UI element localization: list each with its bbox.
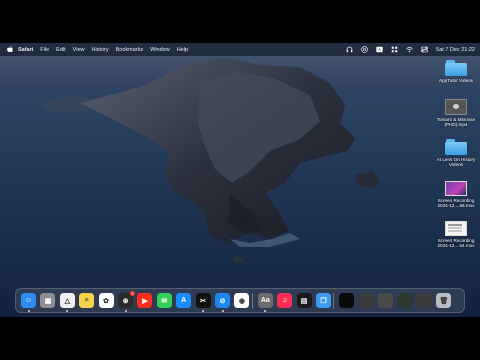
active-app-name[interactable]: Safari (18, 47, 33, 53)
video-file-icon (445, 99, 467, 115)
menu-edit[interactable]: Edit (56, 47, 65, 53)
dock-app-glyph (359, 293, 374, 308)
dock-app-glyph: ◉ (238, 297, 245, 305)
menu-bookmarks[interactable]: Bookmarks (116, 47, 144, 53)
running-indicator (27, 310, 30, 312)
finder-icon[interactable]: ☺ (21, 293, 36, 308)
minimized-window-icon[interactable] (397, 293, 413, 308)
dock-app-glyph: ≡ (84, 297, 89, 304)
dock-app-glyph: 🗑 (439, 297, 449, 305)
minimized-window-icon[interactable] (378, 293, 394, 308)
running-indicator (264, 310, 267, 312)
screen-recording-thumbnail (445, 221, 467, 236)
safari-icon[interactable]: ⊘ (215, 293, 230, 308)
dock-app-glyph (378, 293, 393, 308)
launchpad-icon[interactable]: ▦ (40, 293, 56, 308)
dock-app-glyph: △ (64, 297, 70, 305)
desktop-item-label: Screen Recording 2024-12....58.mov (437, 198, 475, 209)
font-book-icon[interactable]: Aa (257, 293, 273, 308)
grid-icon[interactable] (391, 46, 398, 53)
photos-icon[interactable]: ✿ (98, 293, 114, 308)
dock-app-glyph: ✿ (103, 297, 110, 305)
capcut-icon[interactable]: ✂ (195, 293, 211, 308)
desktop-item-label: Tomaro & Mitrovan (PHD).mp4 (436, 117, 476, 128)
chatgpt-icon[interactable]: ⊛ 1 (118, 291, 135, 308)
desktop-item-label: At Lens On History Videos (436, 157, 476, 168)
youtube-icon[interactable]: ▶ (137, 293, 153, 308)
dock-app-glyph: ❐ (320, 297, 327, 305)
dock: ☺ ▦ △ ≡ ✿ ⊛ 1 ▶ ✉ A ✂ ⊘ ◉ Aa ♫ ▤ ❐ 🗑 (15, 288, 465, 313)
running-indicator (221, 310, 224, 312)
running-indicator (66, 310, 69, 312)
wifi-icon[interactable] (405, 46, 413, 53)
notification-badge: 1 (130, 291, 135, 296)
dock-app-glyph: ✉ (161, 297, 168, 305)
menu-file[interactable]: File (40, 47, 49, 53)
dock-app-glyph (339, 293, 354, 308)
menu-view[interactable]: View (73, 47, 85, 53)
desktop-screen-recording-2[interactable]: Screen Recording 2024-12....54.mov (432, 221, 480, 249)
dock-app-glyph: ▶ (142, 297, 148, 305)
minimized-window-icon[interactable] (417, 293, 432, 308)
dock-app-glyph: ▦ (44, 297, 52, 305)
desktop-screen: Safari File Edit View History Bookmarks … (0, 43, 480, 317)
dock-separator (251, 293, 253, 309)
music-icon[interactable]: ♫ (277, 293, 293, 308)
apple-menu-icon[interactable] (7, 46, 13, 53)
dock-app-glyph: ⊘ (219, 297, 226, 305)
dock-app-glyph: ▤ (300, 297, 308, 305)
dock-app-glyph (398, 293, 413, 308)
desktop-item-label: AppTutor Videos (439, 78, 473, 83)
desktop-item-label: Screen Recording 2024-12....54.mov (437, 238, 475, 249)
menu-help[interactable]: Help (177, 47, 188, 53)
pause-icon[interactable] (360, 46, 368, 53)
desktop-folder-apptutor-videos[interactable]: AppTutor Videos (432, 60, 480, 83)
app-store-icon[interactable]: A (176, 293, 192, 308)
folder-icon (445, 139, 467, 155)
menu-bar-clock[interactable]: Sat 7 Dec 21:22 (436, 47, 475, 53)
drive-icon[interactable]: △ (59, 293, 75, 308)
running-indicator (124, 310, 127, 312)
dock-app-glyph: ✂ (200, 297, 207, 305)
menu-bar: Safari File Edit View History Bookmarks … (0, 43, 480, 56)
desktop-screen-recording-1[interactable]: Screen Recording 2024-12....58.mov (432, 181, 480, 209)
trash-icon[interactable]: 🗑 (436, 293, 452, 308)
clipboard-icon[interactable]: ❐ (316, 293, 331, 308)
desktop-wallpaper (0, 57, 480, 317)
menu-bar-status-area: A Sat 7 Dec 21:22 (346, 43, 475, 56)
minimized-window-icon[interactable] (358, 293, 374, 308)
notes-icon[interactable]: ≡ (79, 293, 95, 308)
svg-text:A: A (378, 47, 381, 52)
dock-app-glyph: A (181, 297, 187, 304)
menu-window[interactable]: Window (150, 47, 170, 53)
dock-app-glyph (417, 293, 432, 308)
desktop-folder-history-videos[interactable]: At Lens On History Videos (432, 139, 480, 168)
text-input-icon[interactable]: A (375, 46, 383, 53)
folder-icon (445, 60, 467, 76)
dock-separator (333, 293, 335, 309)
dock-app-glyph: Aa (260, 297, 270, 304)
control-center-icon[interactable] (420, 46, 428, 53)
desktop-file-mp4[interactable]: Tomaro & Mitrovan (PHD).mp4 (432, 99, 480, 128)
running-indicator (202, 310, 205, 312)
headphones-icon[interactable] (346, 46, 353, 53)
minimized-window-icon[interactable] (339, 293, 355, 308)
menu-history[interactable]: History (91, 47, 108, 53)
chrome-icon[interactable]: ◉ (234, 293, 250, 308)
messages-icon[interactable]: ✉ (156, 293, 172, 308)
dock-app-glyph: ♫ (282, 297, 288, 304)
dock-app-glyph: ☺ (24, 297, 33, 304)
screen-recording-thumbnail (445, 181, 467, 196)
activity-monitor-icon[interactable]: ▤ (296, 293, 312, 308)
